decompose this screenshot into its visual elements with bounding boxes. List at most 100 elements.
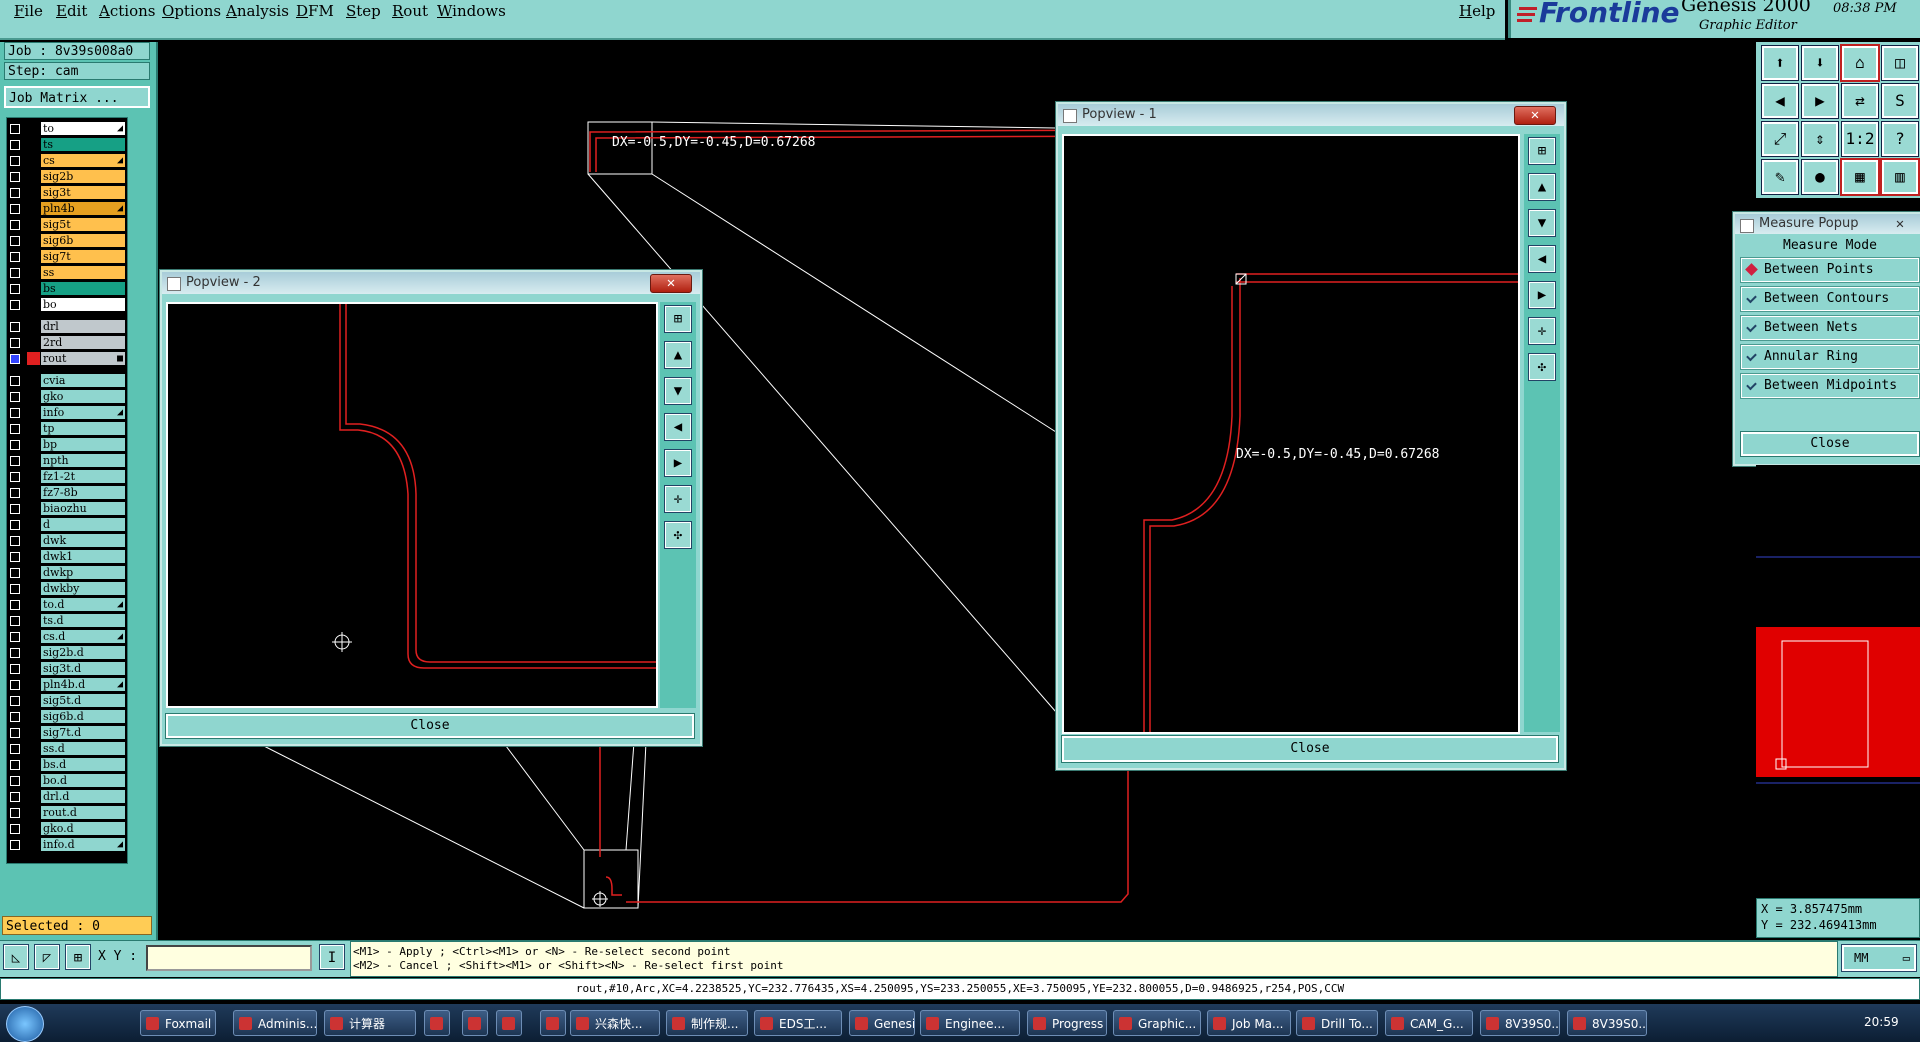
layer-checkbox[interactable] bbox=[10, 536, 20, 546]
pan-down-icon[interactable]: ▼ bbox=[1528, 209, 1556, 237]
layer-row[interactable]: info.d ◢ bbox=[7, 838, 127, 852]
layer-checkbox[interactable] bbox=[10, 552, 20, 562]
layer-checkbox[interactable] bbox=[10, 696, 20, 706]
layer-name[interactable]: sig6b.d bbox=[41, 710, 125, 723]
layer-row[interactable]: ts bbox=[7, 138, 127, 152]
layer-checkbox[interactable] bbox=[10, 728, 20, 738]
pan-down-icon[interactable]: ▼ bbox=[664, 377, 692, 405]
layer-row[interactable]: drl.d bbox=[7, 790, 127, 804]
layer-checkbox[interactable] bbox=[10, 632, 20, 642]
layer-checkbox[interactable] bbox=[10, 664, 20, 674]
layer-row[interactable]: tp bbox=[7, 422, 127, 436]
help-icon[interactable]: ? bbox=[1881, 121, 1919, 157]
layer-name[interactable]: fz1-2t bbox=[41, 470, 125, 483]
layer-checkbox[interactable] bbox=[10, 456, 20, 466]
layer-name[interactable]: ss bbox=[41, 266, 125, 279]
layer-name[interactable]: sig3t bbox=[41, 186, 125, 199]
layer-name[interactable]: bo.d bbox=[41, 774, 125, 787]
layer-name[interactable]: d bbox=[41, 518, 125, 531]
layer-row[interactable]: rout ■ bbox=[7, 352, 127, 366]
layer-row[interactable]: info ◢ bbox=[7, 406, 127, 420]
pan-down-icon[interactable]: ⬇ bbox=[1801, 45, 1839, 81]
layer-row[interactable]: rout.d bbox=[7, 806, 127, 820]
layer-name[interactable]: bs.d bbox=[41, 758, 125, 771]
layer-checkbox[interactable] bbox=[10, 648, 20, 658]
taskbar-item[interactable]: CAM_G... bbox=[1385, 1010, 1473, 1036]
layer-checkbox[interactable] bbox=[10, 338, 20, 348]
layer-row[interactable]: sig3t.d bbox=[7, 662, 127, 676]
taskbar-item[interactable]: 兴森快... bbox=[570, 1010, 660, 1036]
pan-left-icon[interactable]: ◀ bbox=[1528, 245, 1556, 273]
layout-icon[interactable]: ◫ bbox=[1881, 45, 1919, 81]
layer-checkbox[interactable] bbox=[10, 520, 20, 530]
layer-checkbox[interactable] bbox=[10, 392, 20, 402]
layer-name[interactable]: sig5t bbox=[41, 218, 125, 231]
layer-checkbox[interactable] bbox=[10, 776, 20, 786]
layer-checkbox[interactable] bbox=[10, 300, 20, 310]
layer-checkbox[interactable] bbox=[10, 322, 20, 332]
popview-1-close-icon[interactable]: ✕ bbox=[1514, 106, 1556, 125]
layer-name[interactable]: info bbox=[41, 406, 125, 419]
layer-row[interactable]: ts.d bbox=[7, 614, 127, 628]
layer-checkbox[interactable] bbox=[10, 584, 20, 594]
taskbar-item[interactable]: Genesis bbox=[849, 1010, 915, 1036]
layer-row[interactable]: dwkp bbox=[7, 566, 127, 580]
taskbar-item[interactable]: 制作规... bbox=[666, 1010, 748, 1036]
popview-2-close-icon[interactable]: ✕ bbox=[650, 274, 692, 293]
layer-checkbox[interactable] bbox=[10, 760, 20, 770]
layer-row[interactable]: fz1-2t bbox=[7, 470, 127, 484]
popview-1-close-button[interactable]: Close bbox=[1061, 735, 1559, 763]
zoom-to-fit-icon[interactable]: ⊞ bbox=[664, 305, 692, 333]
layer-checkbox[interactable] bbox=[10, 376, 20, 386]
layer-row[interactable]: bs.d bbox=[7, 758, 127, 772]
layer-name[interactable]: dwk1 bbox=[41, 550, 125, 563]
layer-checkbox[interactable] bbox=[10, 472, 20, 482]
pan-right-icon[interactable]: ▶ bbox=[664, 449, 692, 477]
layer-name[interactable]: cs bbox=[41, 154, 125, 167]
layer-checkbox[interactable] bbox=[10, 172, 20, 182]
zoom-out-icon[interactable]: ✣ bbox=[1528, 353, 1556, 381]
layer-name[interactable]: sig3t.d bbox=[41, 662, 125, 675]
taskbar-item[interactable] bbox=[462, 1010, 488, 1036]
job-matrix-button[interactable]: Job Matrix ... bbox=[4, 86, 150, 108]
draw-icon[interactable]: ✎ bbox=[1761, 159, 1799, 195]
taskbar-item[interactable]: Graphic... bbox=[1113, 1010, 1201, 1036]
popview-1-canvas[interactable]: DX=-0.5,DY=-0.45,D=0.67268 bbox=[1062, 134, 1520, 734]
pan-left-icon[interactable]: ◀ bbox=[664, 413, 692, 441]
layer-name[interactable]: cvia bbox=[41, 374, 125, 387]
layer-checkbox[interactable] bbox=[10, 124, 20, 134]
layer-checkbox[interactable] bbox=[10, 424, 20, 434]
taskbar-item[interactable]: 计算器 bbox=[324, 1010, 416, 1036]
layer-name[interactable]: biaozhu bbox=[41, 502, 125, 515]
layer-checkbox[interactable] bbox=[10, 354, 20, 364]
layer-row[interactable]: npth bbox=[7, 454, 127, 468]
layer-name[interactable]: ts bbox=[41, 138, 125, 151]
fit-height-icon[interactable]: ⇕ bbox=[1801, 121, 1839, 157]
popview-1-titlebar[interactable]: Popview - 1 bbox=[1058, 104, 1564, 126]
menu-rout[interactable]: Rout bbox=[392, 2, 428, 20]
layer-name[interactable]: sig7t.d bbox=[41, 726, 125, 739]
layer-name[interactable]: dwkby bbox=[41, 582, 125, 595]
layer-row[interactable]: fz7-8b bbox=[7, 486, 127, 500]
layer-row[interactable]: sig6b bbox=[7, 234, 127, 248]
menu-help[interactable]: Help bbox=[1459, 2, 1495, 20]
menu-analysis[interactable]: Analysis bbox=[226, 2, 289, 20]
layer-name[interactable]: drl bbox=[41, 320, 125, 333]
start-button-icon[interactable] bbox=[6, 1006, 44, 1042]
layer-name[interactable]: sig6b bbox=[41, 234, 125, 247]
layers-icon[interactable]: ▦ bbox=[1840, 158, 1880, 196]
layer-checkbox[interactable] bbox=[10, 268, 20, 278]
pan-right-icon[interactable]: ▶ bbox=[1528, 281, 1556, 309]
layer-checkbox[interactable] bbox=[10, 504, 20, 514]
menu-dfm[interactable]: DFM bbox=[296, 2, 334, 20]
layer-row[interactable]: bs bbox=[7, 282, 127, 296]
layer-checkbox[interactable] bbox=[10, 808, 20, 818]
layer-name[interactable]: bp bbox=[41, 438, 125, 451]
zoom-in-icon[interactable]: ✛ bbox=[664, 485, 692, 513]
layer-checkbox[interactable] bbox=[10, 712, 20, 722]
pan-up-icon[interactable]: ▲ bbox=[664, 341, 692, 369]
popview-2-close-button[interactable]: Close bbox=[165, 713, 695, 739]
layer-name[interactable]: rout bbox=[41, 352, 125, 365]
layer-name[interactable]: dwk bbox=[41, 534, 125, 547]
layer-row[interactable]: pln4b.d ◢ bbox=[7, 678, 127, 692]
